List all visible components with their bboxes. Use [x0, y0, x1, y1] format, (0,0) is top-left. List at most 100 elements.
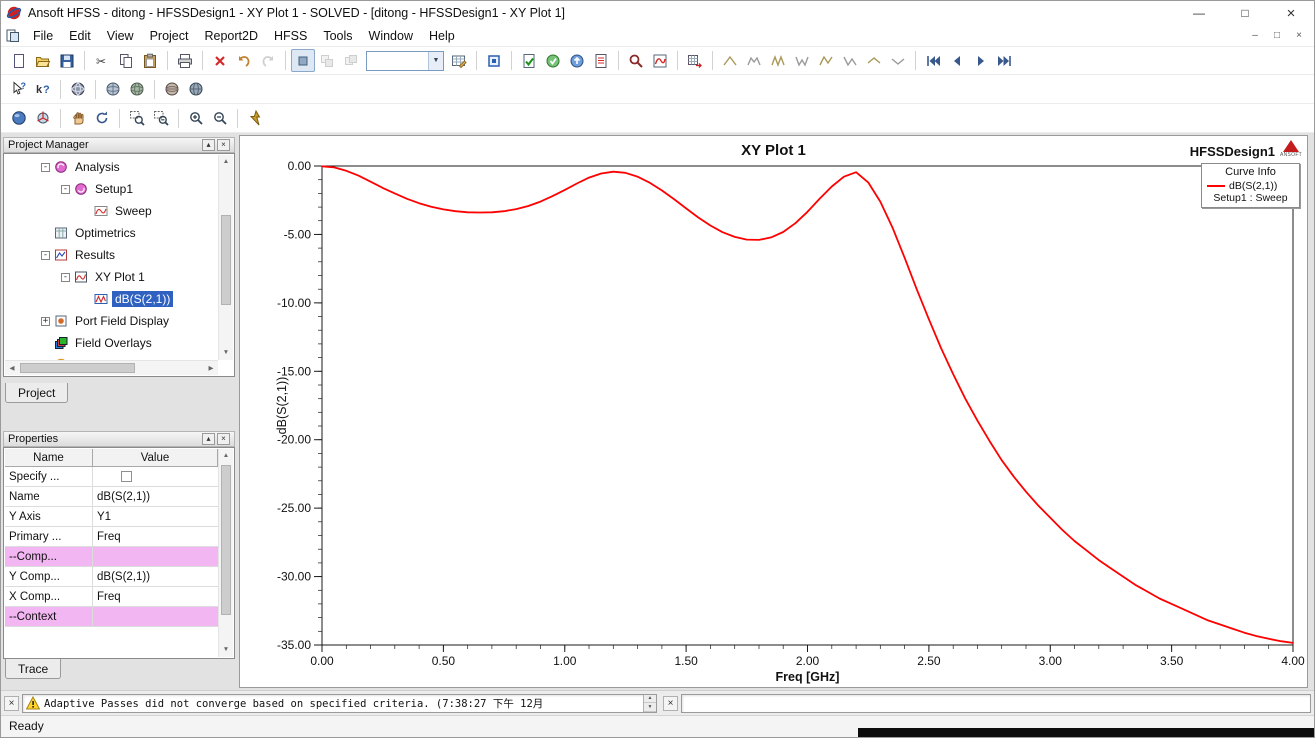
collapse-icon[interactable]: -	[41, 250, 50, 260]
scroll-right-icon[interactable]: ▶	[204, 361, 218, 375]
tree-item-label[interactable]: Sweep	[112, 203, 155, 219]
tree-item-sweep[interactable]: Sweep	[5, 200, 218, 222]
close-pane-icon[interactable]: ×	[217, 433, 230, 445]
scroll-left-icon[interactable]: ◀	[5, 361, 19, 375]
zoom-in-icon[interactable]	[184, 107, 208, 130]
property-value[interactable]: dB(S(2,1))	[93, 487, 218, 506]
axes-sphere-icon[interactable]	[31, 107, 55, 130]
expand-icon[interactable]: +	[41, 316, 50, 326]
wave-1-icon[interactable]	[718, 49, 742, 72]
tree-item-optimetrics[interactable]: Optimetrics	[5, 222, 218, 244]
edit-sources-icon[interactable]	[447, 49, 471, 72]
sphere-display-4-icon[interactable]	[184, 78, 208, 101]
matrix-export-icon[interactable]	[683, 49, 707, 72]
dock-arrow-icon[interactable]: ▴	[202, 433, 215, 445]
properties-header[interactable]: Properties ▴ ×	[3, 431, 235, 447]
validation-check-icon[interactable]	[517, 49, 541, 72]
tree-item-field-overlays[interactable]: Field Overlays	[5, 332, 218, 354]
zoom-window-out-icon[interactable]	[149, 107, 173, 130]
wave-8-icon[interactable]	[886, 49, 910, 72]
dynamic-zoom-icon[interactable]	[243, 107, 267, 130]
close-pane-icon[interactable]: ×	[217, 139, 230, 151]
menu-view[interactable]: View	[99, 26, 142, 46]
mdi-minimize-icon[interactable]: –	[1246, 28, 1264, 43]
paste-icon[interactable]	[138, 49, 162, 72]
project-tree-horizontal-scrollbar[interactable]: ◀ ▶	[5, 360, 218, 375]
tree-item-label[interactable]: dB(S(2,1))	[112, 291, 174, 307]
print-icon[interactable]	[173, 49, 197, 72]
new-file-icon[interactable]	[7, 49, 31, 72]
tree-item-setup1[interactable]: - Setup1	[5, 178, 218, 200]
property-value[interactable]	[93, 607, 218, 626]
solution-page-icon[interactable]	[589, 49, 613, 72]
menu-help[interactable]: Help	[421, 26, 463, 46]
save-icon[interactable]	[55, 49, 79, 72]
properties-vertical-scrollbar[interactable]: ▲ ▼	[218, 449, 233, 657]
menu-tools[interactable]: Tools	[315, 26, 360, 46]
animate-prev-icon[interactable]	[945, 49, 969, 72]
cut-icon[interactable]: ✂	[90, 49, 114, 72]
tree-item-label[interactable]: Setup1	[92, 181, 136, 197]
property-value[interactable]: Freq	[93, 527, 218, 546]
create-report-icon[interactable]	[648, 49, 672, 72]
checkbox[interactable]	[121, 471, 132, 482]
collapse-icon[interactable]: -	[61, 272, 70, 282]
scroll-down-icon[interactable]: ▼	[219, 346, 233, 360]
animate-first-icon[interactable]	[921, 49, 945, 72]
close-message-icon[interactable]: ×	[4, 695, 19, 711]
dock-arrow-icon[interactable]: ▴	[202, 139, 215, 151]
menu-window[interactable]: Window	[361, 26, 421, 46]
tree-item-label[interactable]: Analysis	[72, 159, 123, 175]
context-help-icon[interactable]: ?	[7, 78, 31, 101]
sphere-display-3-icon[interactable]	[160, 78, 184, 101]
collapse-icon[interactable]: -	[61, 184, 70, 194]
render-sphere-icon[interactable]	[7, 107, 31, 130]
solution-combo[interactable]: ▼	[366, 50, 444, 71]
select-object-icon[interactable]	[291, 49, 315, 72]
close-progress-icon[interactable]: ×	[663, 695, 678, 711]
menu-hfss[interactable]: HFSS	[266, 26, 315, 46]
tree-item-label[interactable]: Field Overlays	[72, 335, 155, 351]
solution-data-icon[interactable]	[624, 49, 648, 72]
tree-item-label[interactable]: Port Field Display	[72, 313, 172, 329]
minimize-button[interactable]: —	[1176, 1, 1222, 25]
menu-project[interactable]: Project	[142, 26, 197, 46]
property-value[interactable]: dB(S(2,1))	[93, 567, 218, 586]
collapse-icon[interactable]: -	[41, 162, 50, 172]
spin-down-icon[interactable]: ▼	[644, 703, 656, 712]
scrollbar-thumb[interactable]	[20, 363, 135, 373]
menu-file[interactable]: File	[25, 26, 61, 46]
sphere-display-icon[interactable]	[101, 78, 125, 101]
zoom-window-in-icon[interactable]	[125, 107, 149, 130]
scroll-up-icon[interactable]: ▲	[219, 449, 233, 463]
tab-trace[interactable]: Trace	[5, 659, 62, 679]
copy-icon[interactable]	[114, 49, 138, 72]
tree-item-label[interactable]: Optimetrics	[72, 225, 139, 241]
scroll-up-icon[interactable]: ▲	[219, 155, 233, 169]
pan-icon[interactable]	[66, 107, 90, 130]
tree-item-xy-plot-1[interactable]: - XY Plot 1	[5, 266, 218, 288]
wave-6-icon[interactable]	[838, 49, 862, 72]
tree-item-label[interactable]: XY Plot 1	[92, 269, 148, 285]
restore-button[interactable]: □	[1222, 1, 1268, 25]
animate-next-icon[interactable]	[969, 49, 993, 72]
property-value[interactable]	[93, 467, 218, 486]
menu-edit[interactable]: Edit	[61, 26, 99, 46]
property-value[interactable]	[93, 547, 218, 566]
sphere-display-2-icon[interactable]	[125, 78, 149, 101]
undo-icon[interactable]	[232, 49, 256, 72]
project-tree-vertical-scrollbar[interactable]: ▲ ▼	[218, 155, 233, 360]
tree-item-label[interactable]: Results	[72, 247, 118, 263]
tab-project[interactable]: Project	[5, 383, 69, 403]
validate-box-icon[interactable]	[482, 49, 506, 72]
animate-last-icon[interactable]	[993, 49, 1017, 72]
open-file-icon[interactable]	[31, 49, 55, 72]
zoom-out-icon[interactable]	[208, 107, 232, 130]
wave-3-icon[interactable]	[766, 49, 790, 72]
project-manager-header[interactable]: Project Manager ▴ ×	[3, 137, 235, 153]
scroll-down-icon[interactable]: ▼	[219, 643, 233, 657]
submit-job-icon[interactable]	[565, 49, 589, 72]
rotate-icon[interactable]	[90, 107, 114, 130]
delete-icon[interactable]	[208, 49, 232, 72]
tree-item-analysis[interactable]: - Analysis	[5, 156, 218, 178]
